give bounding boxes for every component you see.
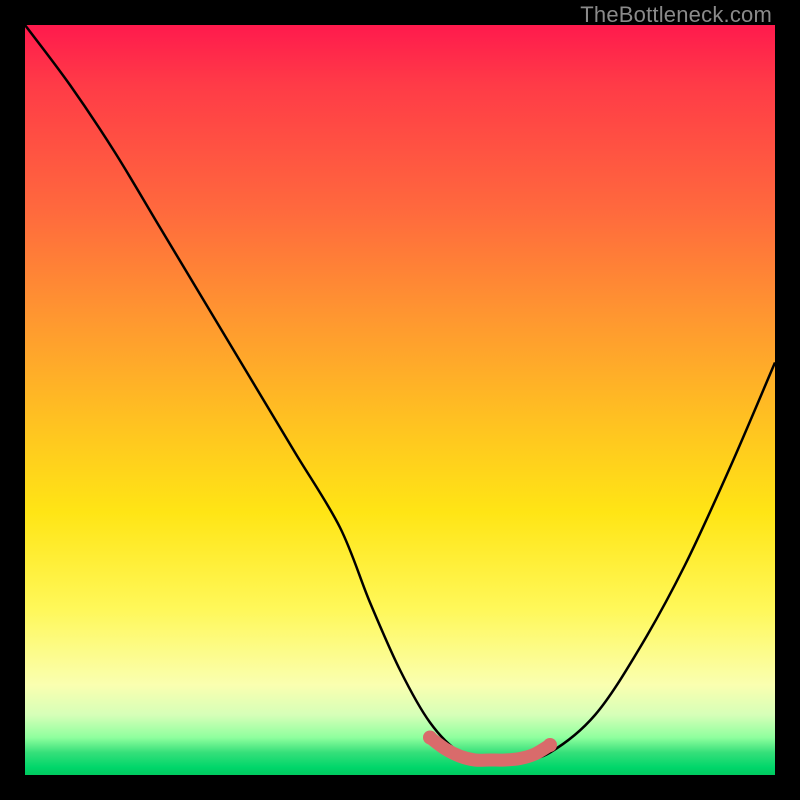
chart-svg <box>25 25 775 775</box>
chart-frame: TheBottleneck.com <box>0 0 800 800</box>
region-endpoint-left <box>423 731 437 745</box>
watermark-text: TheBottleneck.com <box>580 2 772 28</box>
bottleneck-flat-region <box>430 738 550 761</box>
bottleneck-curve <box>25 25 775 761</box>
region-endpoint-right <box>543 738 557 752</box>
